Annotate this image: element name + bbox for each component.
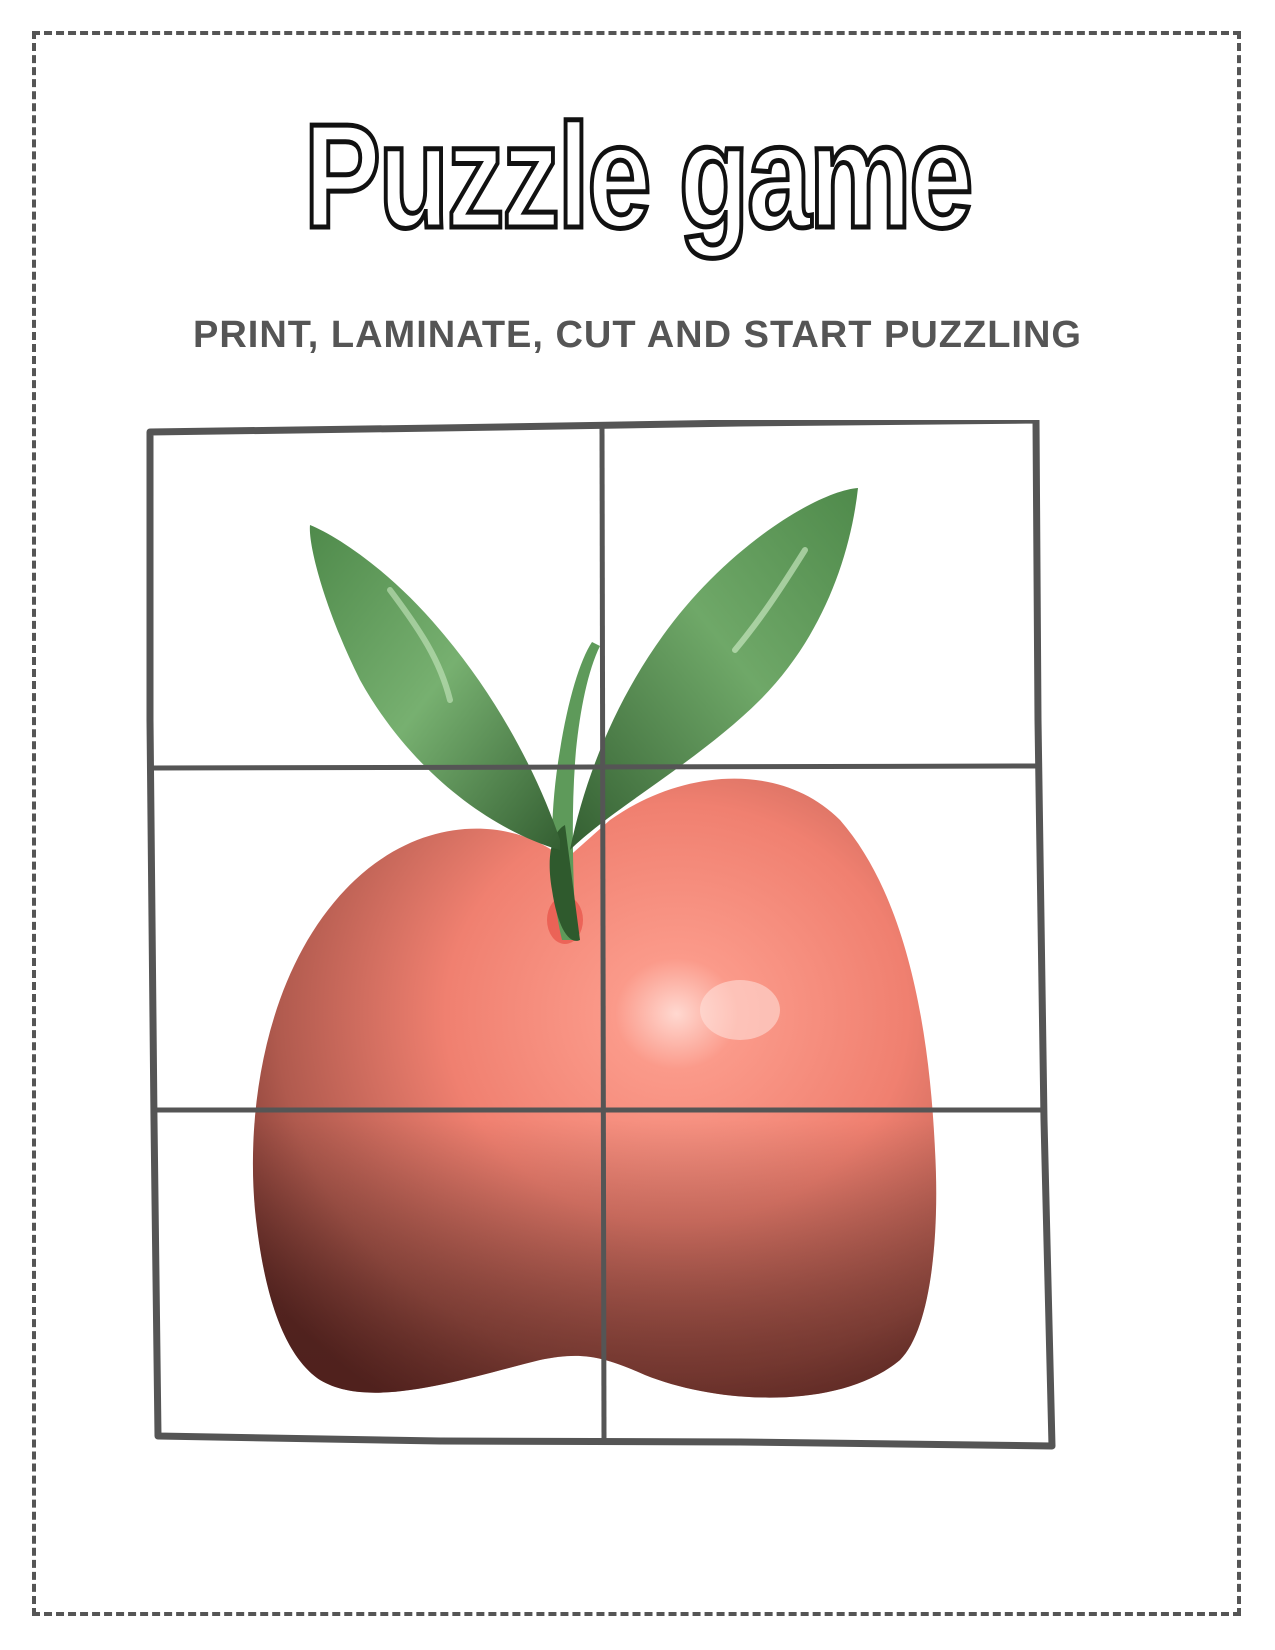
instructions-subtitle: PRINT, LAMINATE, CUT AND START PUZZLING <box>192 314 1082 356</box>
page-title: Puzzle game <box>302 92 975 262</box>
apple-body <box>252 778 937 1398</box>
grid-line-horizontal-1 <box>151 763 1041 771</box>
puzzle-board <box>140 420 1130 1550</box>
grid-line-vertical <box>599 425 607 1441</box>
left-leaf <box>309 525 560 850</box>
puzzle-svg <box>146 420 1056 1450</box>
